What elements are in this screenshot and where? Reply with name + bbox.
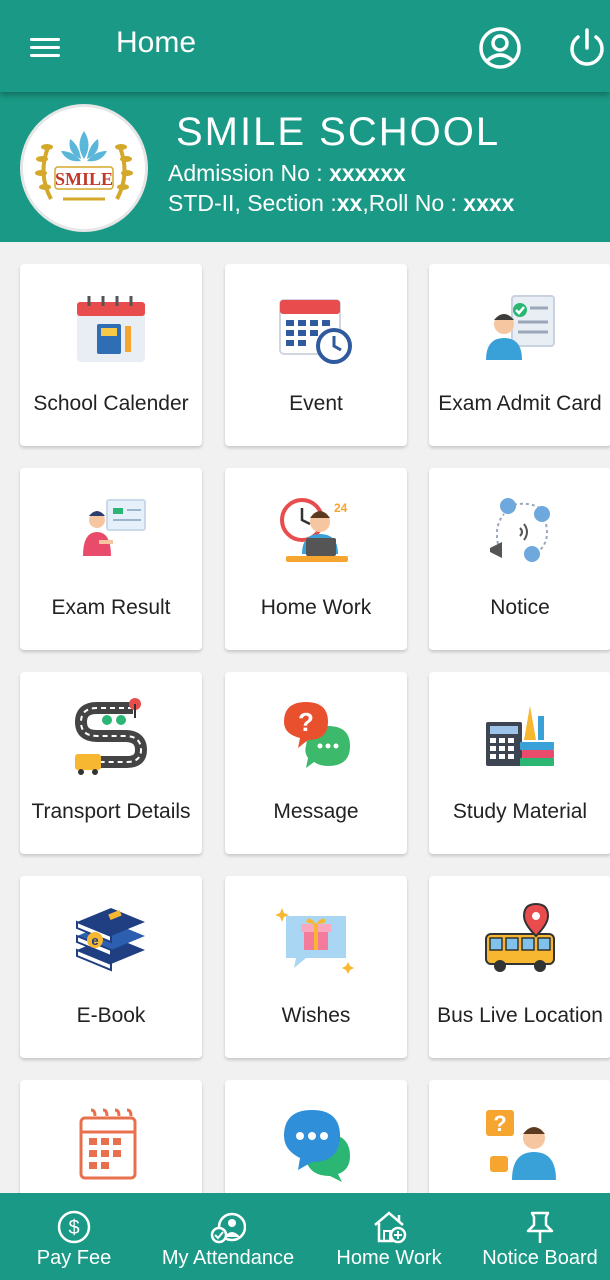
exam-result-icon	[83, 499, 146, 556]
tile-home-work[interactable]: 24 Home Work	[225, 468, 407, 650]
homework-icon: 24	[280, 498, 348, 562]
tile-label: Home Work	[260, 595, 372, 619]
menu-icon	[30, 38, 60, 41]
tile-study-material[interactable]: Study Material	[429, 672, 610, 854]
house-add-icon	[374, 1211, 407, 1244]
tile-label: Event	[289, 391, 343, 415]
nav-my-attendance[interactable]: My Attendance	[148, 1193, 308, 1280]
page-title: Home	[116, 26, 197, 59]
tile-wishes[interactable]: Wishes	[225, 876, 407, 1058]
svg-text:?: ?	[493, 1111, 506, 1136]
tile-label: Notice	[490, 595, 550, 619]
ebook-icon: e	[76, 908, 145, 972]
admission-number: xxxxxx	[329, 160, 406, 186]
user-icon	[479, 27, 521, 69]
tile-label: Bus Live Location	[437, 1003, 603, 1027]
school-logo: SMILE	[20, 104, 148, 232]
logout-button[interactable]	[564, 24, 610, 72]
tile-label: Study Material	[452, 799, 588, 823]
nav-label: Home Work	[336, 1247, 442, 1269]
school-name: SMILE SCHOOL	[176, 110, 501, 154]
help-icon: ?	[486, 1110, 556, 1180]
pin-icon	[526, 1211, 554, 1243]
school-calendar-icon	[77, 296, 145, 362]
tile-exam-result[interactable]: Exam Result	[20, 468, 202, 650]
tile-label: School Calender	[33, 391, 189, 415]
svg-text:?: ?	[298, 707, 314, 737]
tile-event[interactable]: Event	[225, 264, 407, 446]
bus-location-icon	[485, 902, 555, 972]
event-calendar-icon	[279, 299, 352, 364]
profile-button[interactable]	[476, 24, 524, 72]
tile-notice[interactable]: Notice	[429, 468, 610, 650]
admission-label: Admission No :	[168, 160, 330, 186]
tile-school-calender[interactable]: School Calender	[20, 264, 202, 446]
svg-text:e: e	[91, 933, 98, 948]
tile-label: E-Book	[76, 1003, 146, 1027]
nav-pay-fee[interactable]: $ Pay Fee	[0, 1193, 148, 1280]
svg-text:24: 24	[334, 501, 348, 515]
transport-icon	[74, 698, 148, 775]
tile-transport-details[interactable]: Transport Details	[20, 672, 202, 854]
menu-button[interactable]	[22, 28, 68, 68]
chat-icon	[284, 1110, 350, 1182]
nav-home-work[interactable]: Home Work	[318, 1193, 460, 1280]
tile-label: Message	[273, 799, 359, 823]
power-icon	[570, 28, 604, 66]
wishes-icon	[276, 908, 354, 974]
logo-text: SMILE	[55, 169, 113, 189]
top-app-bar: Home	[0, 0, 610, 92]
admit-card-icon	[486, 295, 555, 360]
tile-label: Exam Admit Card	[438, 391, 602, 415]
nav-label: Notice Board	[482, 1247, 598, 1269]
tile-label: Wishes	[281, 1003, 351, 1027]
nav-notice-board[interactable]: Notice Board	[470, 1193, 610, 1280]
tile-message[interactable]: ? Message	[225, 672, 407, 854]
class-info: STD-II, Section :xx,Roll No : xxxx	[168, 190, 514, 217]
nav-label: Pay Fee	[36, 1247, 112, 1269]
tile-e-book[interactable]: e E-Book	[20, 876, 202, 1058]
dollar-icon: $	[57, 1210, 91, 1244]
app-screen: Home SMILE SMILE SCHOOL Admission No: x…	[0, 0, 610, 1280]
std-section-label: STD-II, Section :	[168, 190, 337, 216]
tile-bus-live-location[interactable]: Bus Live Location	[429, 876, 610, 1058]
tile-label: Exam Result	[51, 595, 171, 619]
roll-label: ,Roll No :	[362, 190, 464, 216]
tile-label: Transport Details	[31, 799, 191, 823]
section-value: xx	[336, 190, 363, 216]
attendance-icon	[210, 1212, 246, 1244]
svg-text:$: $	[68, 1217, 79, 1239]
bottom-navigation: $ Pay Fee My Attendance Home Work Notice…	[0, 1193, 610, 1280]
calendar-icon	[79, 1108, 137, 1180]
admission-info: Admission No : xxxxxx	[168, 160, 406, 187]
roll-number: xxxx	[463, 190, 515, 216]
notice-icon	[490, 498, 550, 562]
tile-exam-admit-card[interactable]: Exam Admit Card	[429, 264, 610, 446]
message-icon: ?	[284, 702, 350, 768]
study-material-icon	[486, 706, 554, 766]
nav-label: My Attendance	[161, 1247, 295, 1269]
